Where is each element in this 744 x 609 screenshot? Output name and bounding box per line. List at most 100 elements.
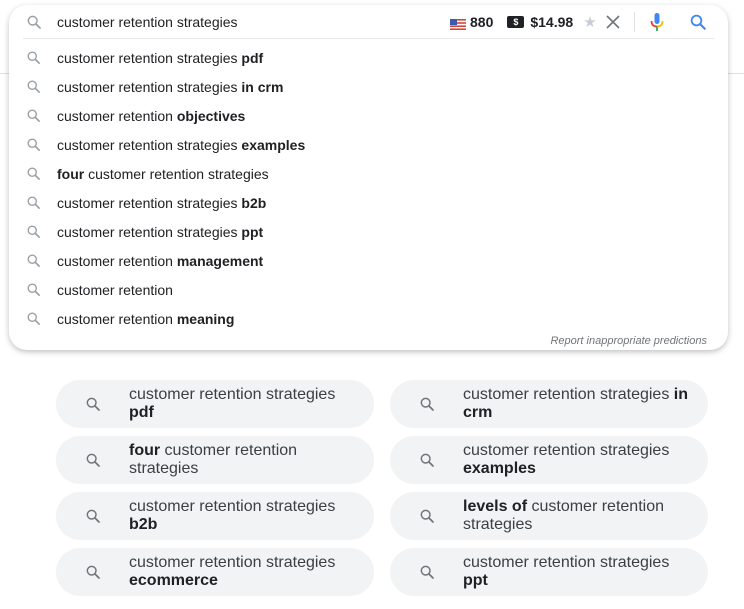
search-icon	[26, 79, 41, 99]
highlight-text: management	[176, 252, 264, 269]
suggestion-text: customer retention meaning	[57, 311, 234, 327]
search-icon	[419, 564, 435, 585]
search-icon	[26, 50, 41, 70]
search-icon	[26, 137, 41, 157]
highlight-text: b2b	[129, 516, 158, 533]
suggestion-text: customer retention strategies b2b	[57, 195, 266, 211]
query-text: customer retention strategies	[57, 223, 242, 240]
search-icon	[85, 396, 101, 417]
clear-button[interactable]	[605, 14, 621, 30]
query-text: customer retention strategies	[57, 49, 242, 66]
related-search-text: customer retention strategies ecommerce	[129, 554, 362, 590]
related-search-text: customer retention strategies pdf	[129, 386, 362, 422]
search-icon	[419, 452, 435, 473]
autocomplete-suggestion[interactable]: customer retention strategies examples	[9, 130, 728, 159]
suggestion-text: customer retention strategies examples	[57, 137, 305, 153]
highlight-text: b2b	[241, 194, 267, 211]
search-icon	[26, 14, 42, 35]
query-text: customer retention	[57, 281, 173, 298]
related-search-chip[interactable]: customer retention strategies examples	[390, 436, 708, 484]
autocomplete-list: customer retention strategies pdf custome…	[9, 43, 728, 333]
related-search-text: customer retention strategies examples	[463, 442, 696, 478]
report-predictions-link[interactable]: Report inappropriate predictions	[550, 335, 707, 347]
autocomplete-suggestion[interactable]: customer retention strategies pdf	[9, 43, 728, 72]
search-icon	[26, 108, 41, 128]
search-icon	[419, 508, 435, 529]
voice-search-button[interactable]	[650, 12, 664, 37]
query-text: customer retention strategies	[129, 386, 336, 403]
highlight-text: ecommerce	[129, 572, 218, 589]
toolbar-divider	[634, 12, 635, 32]
suggestion-text: four customer retention strategies	[57, 166, 269, 182]
autocomplete-suggestion[interactable]: customer retention meaning	[9, 304, 728, 333]
close-icon	[606, 15, 620, 29]
autocomplete-suggestion[interactable]: customer retention strategies ppt	[9, 217, 728, 246]
query-text: customer retention strategies	[129, 498, 336, 515]
microphone-icon	[650, 13, 664, 31]
suggestion-text: customer retention	[57, 282, 173, 298]
suggestion-text: customer retention objectives	[57, 108, 245, 124]
related-search-text: customer retention strategies b2b	[129, 498, 362, 534]
search-icon	[85, 452, 101, 473]
search-icon	[26, 224, 41, 244]
search-icon	[26, 195, 41, 215]
related-search-text: levels of customer retention strategies	[463, 498, 696, 534]
related-search-text: customer retention strategies ppt	[463, 554, 696, 590]
suggestion-text: customer retention strategies ppt	[57, 224, 263, 240]
search-autocomplete-dropdown: customer retention strategies 880 $ $14.…	[9, 5, 728, 350]
related-search-chip[interactable]: four customer retention strategies	[56, 436, 374, 484]
search-input[interactable]: customer retention strategies	[57, 13, 238, 31]
keyword-stats: 880 $ $14.98 ★	[450, 13, 597, 31]
related-search-chip[interactable]: customer retention strategies ecommerce	[56, 548, 374, 596]
query-text: customer retention	[57, 310, 177, 327]
highlight-text: pdf	[129, 404, 154, 421]
search-icon	[26, 253, 41, 273]
highlight-text: four	[129, 442, 161, 459]
highlight-text: ppt	[241, 223, 264, 240]
highlight-text: examples	[463, 460, 536, 477]
autocomplete-suggestion[interactable]: customer retention management	[9, 246, 728, 275]
query-text: customer retention strategies	[84, 165, 269, 182]
search-icon	[26, 282, 41, 302]
highlight-text: objectives	[176, 107, 246, 124]
us-flag-icon	[450, 17, 466, 30]
cost-per-click: $14.98	[530, 14, 574, 30]
query-text: customer retention strategies	[129, 554, 336, 571]
highlight-text: four	[57, 165, 85, 182]
autocomplete-suggestion[interactable]: customer retention strategies in crm	[9, 72, 728, 101]
search-button[interactable]	[689, 13, 707, 36]
related-search-text: four customer retention strategies	[129, 442, 362, 478]
query-text: customer retention	[57, 107, 177, 124]
query-text: customer retention	[57, 252, 177, 269]
autocomplete-suggestion[interactable]: customer retention objectives	[9, 101, 728, 130]
query-text: customer retention strategies	[463, 554, 670, 571]
suggestion-text: customer retention strategies in crm	[57, 79, 283, 95]
query-text: customer retention strategies	[57, 136, 242, 153]
related-search-text: customer retention strategies in crm	[463, 386, 696, 422]
search-icon	[690, 14, 706, 30]
search-icon	[26, 311, 41, 331]
query-text: customer retention strategies	[463, 442, 670, 459]
highlight-text: ppt	[463, 572, 488, 589]
related-search-chip[interactable]: customer retention strategies ppt	[390, 548, 708, 596]
related-search-chip[interactable]: levels of customer retention strategies	[390, 492, 708, 540]
related-search-chip[interactable]: customer retention strategies pdf	[56, 380, 374, 428]
highlight-text: examples	[241, 136, 306, 153]
highlight-text: pdf	[241, 49, 264, 66]
related-searches: customer retention strategies pdf custome…	[56, 380, 708, 596]
search-icon	[85, 508, 101, 529]
search-icon	[85, 564, 101, 585]
query-text: customer retention strategies	[463, 386, 674, 403]
related-search-chip[interactable]: customer retention strategies in crm	[390, 380, 708, 428]
star-icon[interactable]: ★	[583, 13, 596, 31]
query-text: customer retention strategies	[57, 194, 242, 211]
suggestion-text: customer retention strategies pdf	[57, 50, 263, 66]
autocomplete-suggestion[interactable]: four customer retention strategies	[9, 159, 728, 188]
related-search-chip[interactable]: customer retention strategies b2b	[56, 492, 374, 540]
search-volume: 880	[470, 14, 494, 30]
search-icon	[419, 396, 435, 417]
search-icon	[26, 166, 41, 186]
autocomplete-suggestion[interactable]: customer retention	[9, 275, 728, 304]
search-box-divider	[23, 38, 714, 39]
autocomplete-suggestion[interactable]: customer retention strategies b2b	[9, 188, 728, 217]
